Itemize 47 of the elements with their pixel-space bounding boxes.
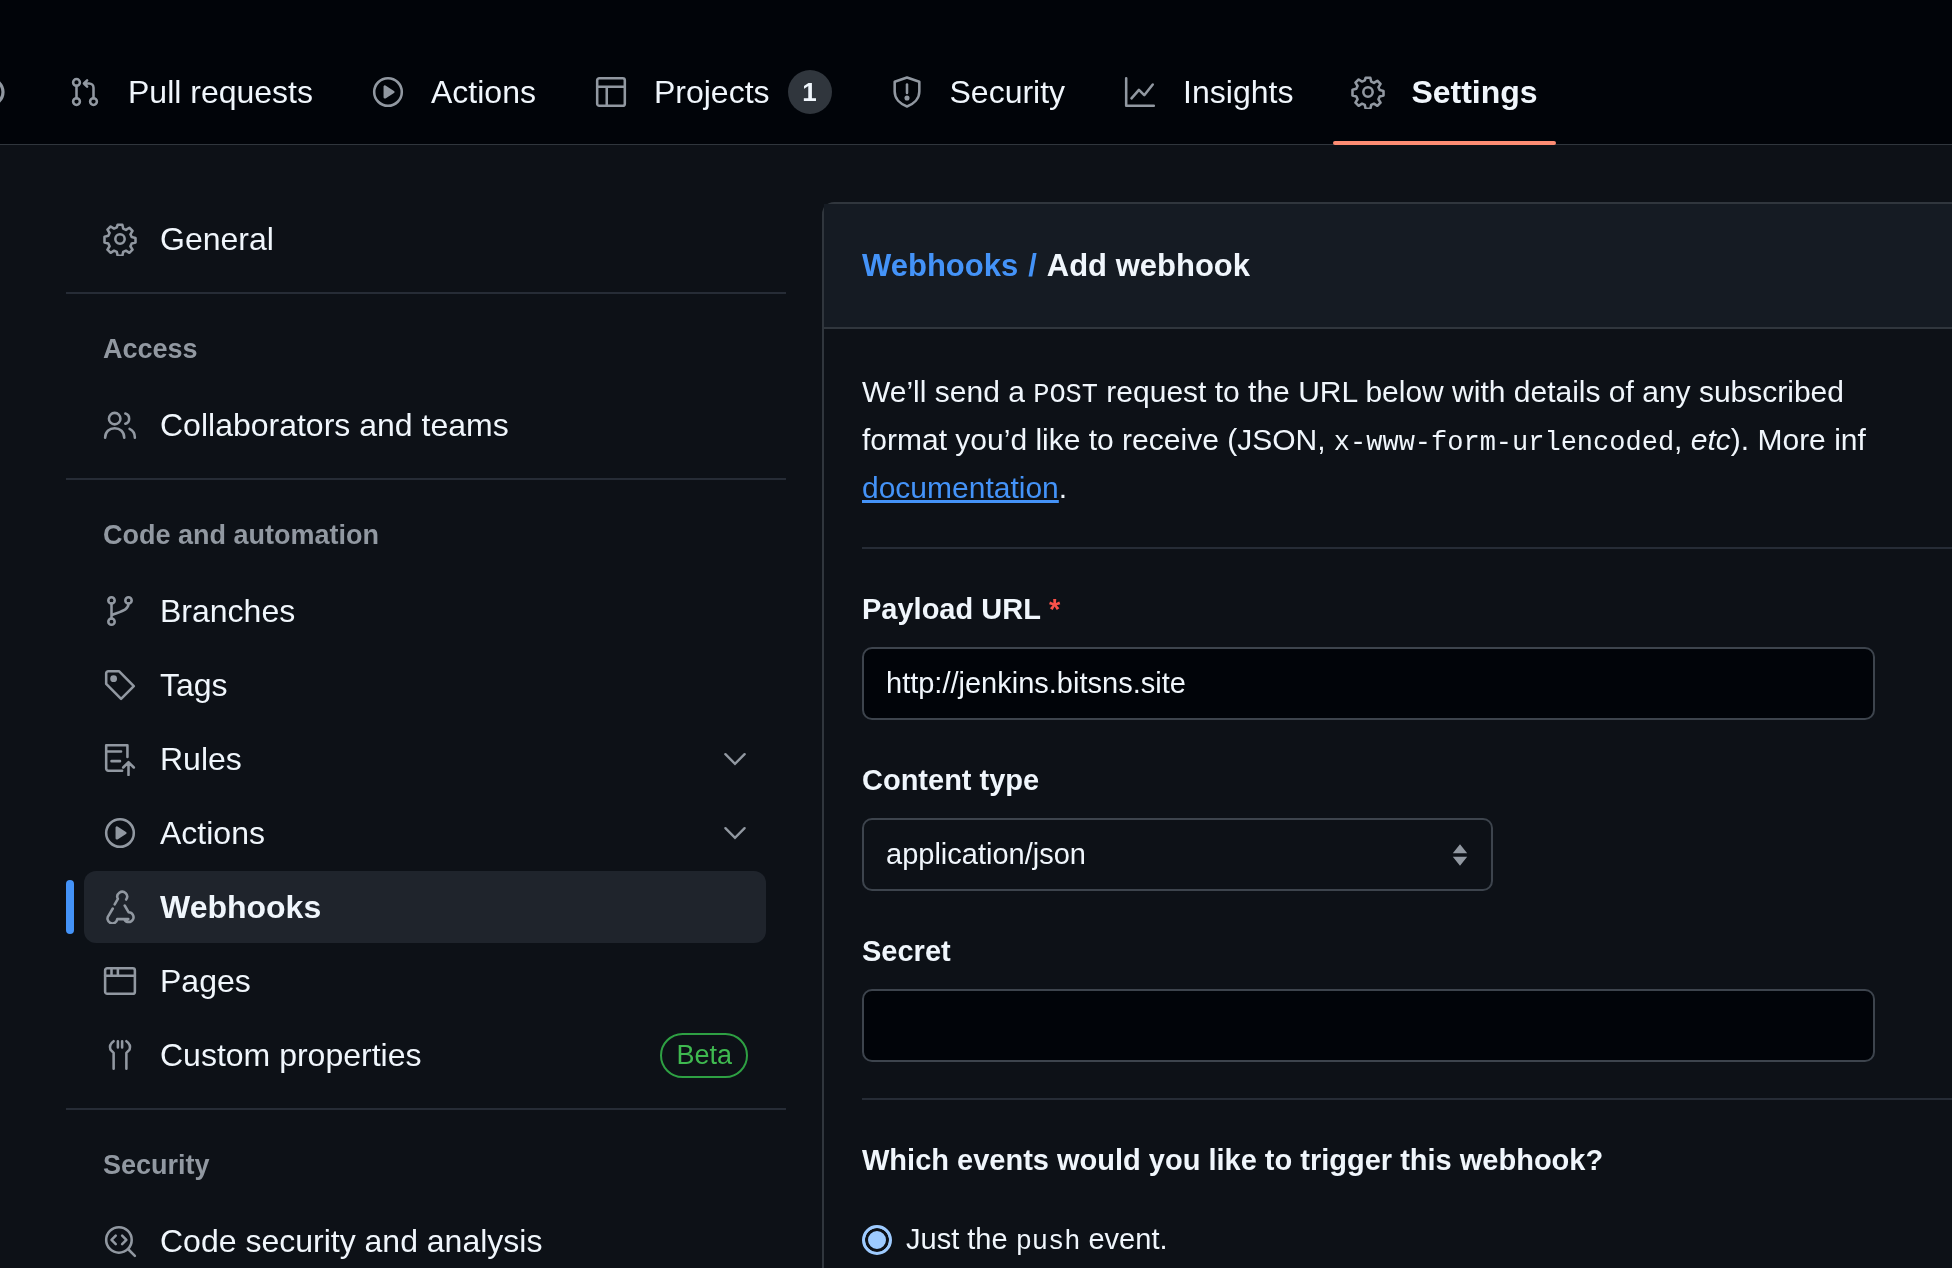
events-question: Which events would you like to trigger this webhook?: [862, 1143, 1605, 1178]
field-label: Payload URL *: [862, 592, 1062, 627]
webhook-icon: [103, 890, 137, 924]
nav-tab[interactable]: Security: [871, 40, 1084, 144]
section-heading: Code and automation: [102, 518, 380, 552]
sidebar-item[interactable]: Actions: [84, 797, 766, 869]
sidebar-item[interactable]: Rules: [84, 723, 766, 795]
sidebar-item[interactable]: General: [84, 203, 766, 275]
input-field[interactable]: http://jenkins.bitsns.site: [862, 647, 1875, 720]
code-scan-icon: [103, 1224, 137, 1258]
documentation-link[interactable]: documentation: [862, 471, 1059, 504]
play-icon: [371, 75, 405, 109]
sidebar-item[interactable]: Code security and analysis: [84, 1205, 766, 1268]
nav-tab[interactable]: Insights: [1105, 40, 1312, 144]
breadcrumb-separator: /: [1028, 247, 1037, 284]
tag-icon: [103, 668, 137, 702]
settings-icon: [103, 222, 137, 256]
content-type-select[interactable]: application/json: [862, 818, 1493, 891]
sidebar-item[interactable]: Tags: [84, 649, 766, 721]
nav-tab[interactable]: Settings: [1333, 40, 1556, 144]
play-icon: [103, 816, 137, 850]
browser-icon: [103, 964, 137, 998]
sidebar-item[interactable]: Pages: [84, 945, 766, 1017]
settings-icon: [1351, 75, 1386, 109]
rules-icon: [103, 742, 137, 776]
sidebar-item[interactable]: Custom properties Beta: [84, 1019, 766, 1091]
graph-icon: [1123, 75, 1158, 109]
page-title: Add webhook: [1046, 247, 1250, 284]
section-heading: Access: [102, 332, 199, 366]
field-label: Content type: [862, 763, 1041, 798]
sidebar-item[interactable]: Webhooks: [84, 871, 766, 943]
nav-tab[interactable]: Pull requests: [50, 40, 331, 144]
radio-button[interactable]: [862, 1224, 892, 1255]
sidebar-item[interactable]: Branches: [84, 575, 766, 647]
section-heading: Security: [102, 1148, 211, 1182]
breadcrumb-link[interactable]: Webhooks: [862, 247, 1019, 284]
intro-paragraph: We’ll send a POST request to the URL below with details of any subscribed format you’d like to receive (JSON, x-www-form-urlencoded, etc). More inf documentation.: [862, 374, 1867, 506]
beta-label: Beta: [660, 1032, 748, 1078]
sidebar-item[interactable]: Collaborators and teams: [84, 389, 766, 461]
count-badge: 1: [787, 70, 832, 114]
nav-tab[interactable]: Actions: [353, 40, 554, 144]
field-label: Secret: [862, 934, 952, 969]
input-field[interactable]: [862, 989, 1875, 1062]
option-label: Just the push event.: [906, 1223, 1168, 1256]
nav-tab[interactable]: Projects 1: [575, 40, 850, 144]
table-icon: [593, 75, 628, 109]
selection-indicator: [66, 880, 74, 934]
